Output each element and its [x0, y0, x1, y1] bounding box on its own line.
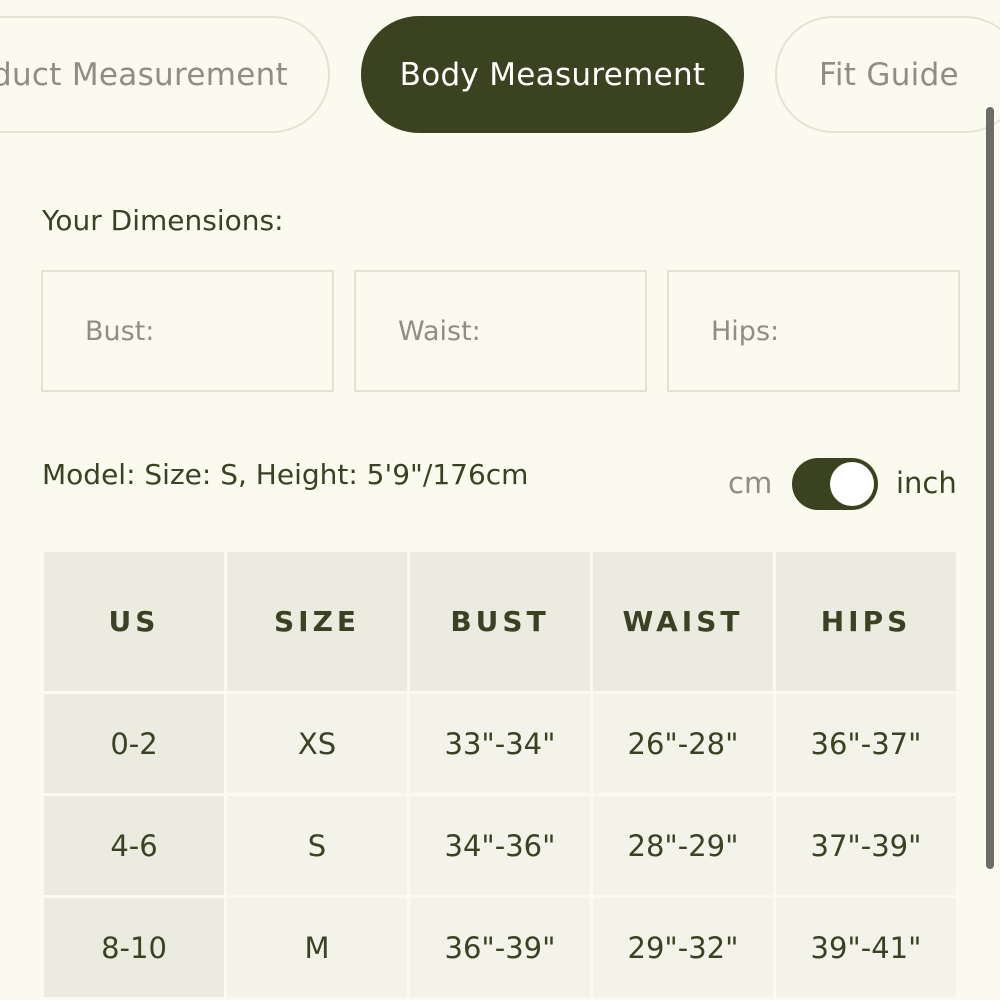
table-cell-us: 8-10	[41, 895, 227, 1000]
table-header-size: SIZE	[224, 549, 410, 694]
table-header-row: US SIZE BUST WAIST HIPS	[41, 549, 959, 694]
tab-body-measurement[interactable]: Body Measurement	[361, 16, 744, 133]
table-cell-us: 0-2	[41, 691, 227, 796]
table-header-bust: BUST	[407, 549, 593, 694]
table-cell-waist: 26"-28"	[590, 691, 776, 796]
tab-fit-guide[interactable]: Fit Guide	[775, 16, 1000, 133]
toggle-knob	[830, 462, 874, 506]
size-table: US SIZE BUST WAIST HIPS 0-2 XS 33"-34" 2…	[41, 549, 959, 1000]
table-cell-waist: 28"-29"	[590, 793, 776, 898]
waist-input[interactable]	[354, 270, 647, 392]
table-cell-hips: 39"-41"	[773, 895, 959, 1000]
table-header-us: US	[41, 549, 227, 694]
table-cell-waist: 29"-32"	[590, 895, 776, 1000]
unit-toggle[interactable]	[792, 458, 878, 510]
size-guide-page: oduct Measurement Body Measurement Fit G…	[0, 0, 1000, 1000]
table-header-waist: WAIST	[590, 549, 776, 694]
tab-body-measurement-label: Body Measurement	[399, 56, 706, 93]
table-row: 4-6 S 34"-36" 28"-29" 37"-39"	[41, 793, 959, 898]
tab-product-measurement[interactable]: oduct Measurement	[0, 16, 330, 133]
table-cell-size: S	[224, 793, 410, 898]
hips-input[interactable]	[667, 270, 960, 392]
table-header-hips: HIPS	[773, 549, 959, 694]
bust-input[interactable]	[41, 270, 334, 392]
tab-fit-guide-label: Fit Guide	[819, 56, 959, 93]
table-cell-us: 4-6	[41, 793, 227, 898]
tab-product-measurement-label: oduct Measurement	[0, 56, 288, 93]
table-cell-size: XS	[224, 691, 410, 796]
table-cell-size: M	[224, 895, 410, 1000]
table-cell-hips: 36"-37"	[773, 691, 959, 796]
table-row: 8-10 M 36"-39" 29"-32" 39"-41"	[41, 895, 959, 1000]
table-cell-bust: 33"-34"	[407, 691, 593, 796]
unit-cm-label[interactable]: cm	[728, 466, 772, 500]
table-row: 0-2 XS 33"-34" 26"-28" 36"-37"	[41, 691, 959, 796]
table-cell-bust: 36"-39"	[407, 895, 593, 1000]
dimensions-title: Your Dimensions:	[42, 204, 284, 237]
scrollbar[interactable]	[986, 107, 994, 869]
table-cell-hips: 37"-39"	[773, 793, 959, 898]
unit-inch-label[interactable]: inch	[896, 466, 957, 500]
model-info: Model: Size: S, Height: 5'9"/176cm	[42, 458, 529, 491]
table-cell-bust: 34"-36"	[407, 793, 593, 898]
